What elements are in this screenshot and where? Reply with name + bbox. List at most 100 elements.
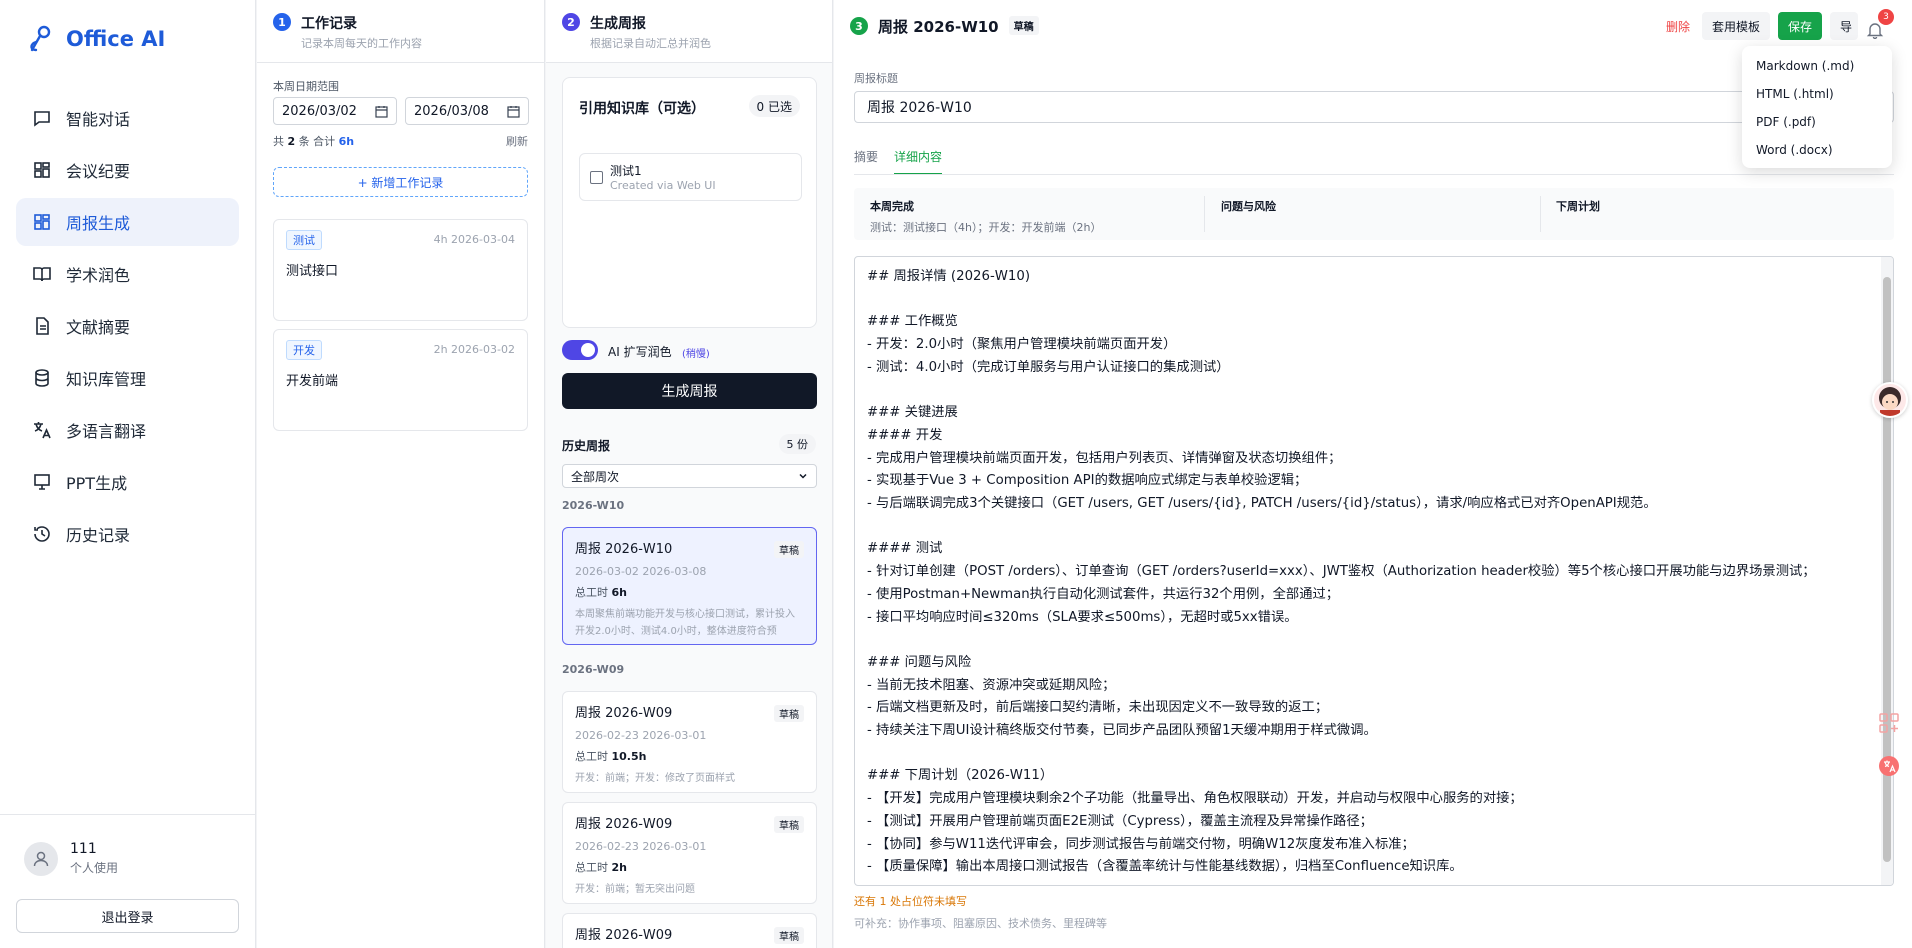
- divider: [1540, 196, 1541, 232]
- panel-subtitle: 记录本周每天的工作内容: [301, 37, 422, 50]
- sidebar-item-chat[interactable]: 智能对话: [16, 94, 239, 142]
- ai-polish-hint: (稍慢): [682, 349, 710, 360]
- ai-polish-label: AI 扩写润色: [608, 345, 672, 359]
- editor-line: - 开发：2.0小时（聚焦用户管理模块前端页面开发）: [867, 337, 1177, 353]
- sidebar-item-history[interactable]: 历史记录: [16, 510, 239, 558]
- sidebar-nav: 智能对话 会议纪要 周报生成 学术润色 文献摘要 知识库管理 多语言翻译 PPT…: [16, 94, 239, 562]
- ai-polish-toggle[interactable]: [562, 340, 598, 360]
- history-title-text: 周报 2026-W10: [575, 542, 673, 557]
- history-desc: 开发：前端；开发：修改了页面样式: [575, 773, 735, 784]
- record-card[interactable]: 开发 2h 2026-03-02 开发前端: [273, 329, 528, 431]
- history-count-badge: 5 份: [778, 434, 816, 454]
- translate-float-icon[interactable]: [1878, 755, 1900, 777]
- record-meta: 2h 2026-03-02: [433, 343, 515, 356]
- record-meta: 4h 2026-03-04: [433, 233, 515, 246]
- record-text: 开发前端: [286, 374, 339, 389]
- report-title-input[interactable]: 周报 2026-W10: [854, 91, 1894, 123]
- divider: [1204, 196, 1205, 232]
- week-filter-select[interactable]: 全部周次: [562, 464, 817, 488]
- supplement-hint: 可补充：协作事项、阻塞原因、技术债务、里程碑等: [854, 917, 1107, 930]
- editor-line: - 测试：4.0小时（完成订单服务与用户认证接口的集成测试）: [867, 359, 1230, 375]
- end-date-input[interactable]: 2026/03/08: [405, 97, 529, 125]
- assistant-avatar[interactable]: [1872, 382, 1908, 418]
- editor-line: #### 开发: [867, 427, 943, 443]
- week-group-label: 2026-W09: [562, 663, 625, 676]
- date-range-label: 本周日期范围: [273, 80, 339, 93]
- sidebar-item-label: 多语言翻译: [66, 422, 147, 441]
- editor-line: - 接口平均响应时间≤320ms（SLA要求≤500ms），无超时或5xx错误。: [867, 609, 1298, 625]
- sidebar-item-abstract[interactable]: 文献摘要: [16, 302, 239, 350]
- record-card[interactable]: 测试 4h 2026-03-04 测试接口: [273, 219, 528, 321]
- export-markdown[interactable]: Markdown (.md): [1742, 52, 1892, 80]
- sidebar-item-translate[interactable]: 多语言翻译: [16, 406, 239, 454]
- document-icon: [36, 317, 49, 335]
- editor-line: - 使用Postman+Newman执行自动化测试套件，共运行32个用例，全部通…: [867, 586, 1340, 602]
- kb-checkbox[interactable]: [590, 171, 603, 184]
- tab-summary[interactable]: 摘要: [854, 148, 878, 175]
- summary-plan: 下周计划: [1556, 200, 1600, 213]
- editor-line: - 实现基于Vue 3 + Composition API的数据响应式绑定与表单…: [867, 473, 1308, 489]
- apps-icon[interactable]: [1878, 712, 1900, 734]
- export-button[interactable]: 导: [1829, 12, 1858, 40]
- user-role: 个人使用: [70, 861, 119, 875]
- avatar: [24, 841, 58, 876]
- summary-done: 本周完成 测试：测试接口（4h）；开发：开发前端（2h）: [870, 200, 1102, 234]
- draft-badge: 草稿: [774, 816, 804, 833]
- brand: Office AI: [26, 24, 165, 54]
- user-name: 111: [70, 841, 97, 857]
- export-pdf[interactable]: PDF (.pdf): [1742, 108, 1892, 136]
- history-desc: 开发：前端；暂无突出问题: [575, 884, 695, 895]
- editor-line: - 针对订单创建（POST /orders）、订单查询（GET /orders?…: [867, 564, 1816, 580]
- sidebar-item-label: 周报生成: [66, 214, 131, 233]
- user-info: 111 个人使用: [24, 841, 118, 876]
- report-content-editor[interactable]: ## 周报详情 (2026-W10) ### 工作概览 - 开发：2.0小时（聚焦…: [854, 256, 1894, 886]
- editor-line: - 当前无技术阻塞、资源冲突或延期风险；: [867, 677, 1116, 693]
- sidebar-item-meeting[interactable]: 会议纪要: [16, 146, 239, 194]
- panel-header: 1 工作记录 记录本周每天的工作内容: [257, 0, 544, 63]
- kb-item-name: 测试1: [610, 164, 642, 178]
- editor-line: - 与后端联调完成3个关键接口（GET /users, GET /users/{…: [867, 496, 1657, 512]
- start-date-input[interactable]: 2026/03/02: [273, 97, 397, 125]
- editor-line: - 【测试】开展用户管理前端页面E2E测试（Cypress），覆盖主流程及异常操…: [867, 813, 1373, 829]
- history-hours: 总工时 6h: [575, 586, 627, 599]
- logout-button[interactable]: 退出登录: [16, 899, 239, 933]
- history-title-text: 周报 2026-W09: [575, 928, 673, 943]
- tab-details[interactable]: 详细内容: [894, 148, 943, 175]
- add-record-button[interactable]: + 新增工作记录: [273, 167, 528, 197]
- export-word[interactable]: Word (.docx): [1742, 136, 1892, 164]
- history-card[interactable]: 周报 2026-W09 草稿 2026-02-23 2026-03-01 总工时…: [562, 802, 817, 904]
- kb-item[interactable]: 测试1 Created via Web UI: [579, 153, 802, 201]
- sidebar-item-ppt[interactable]: PPT生成: [16, 458, 239, 506]
- calendar-icon: [375, 105, 388, 118]
- editor-scrollbar[interactable]: [1881, 257, 1893, 885]
- history-card[interactable]: 周报 2026-W09 草稿 2026-02-23 2026-03-01 总工时…: [562, 691, 817, 793]
- history-card[interactable]: 周报 2026-W09 草稿: [562, 913, 817, 948]
- sidebar-item-knowledge[interactable]: 知识库管理: [16, 354, 239, 402]
- sidebar-item-weekly-report[interactable]: 周报生成: [16, 198, 239, 246]
- record-summary: 共 2 条 合计 6h: [273, 135, 355, 148]
- export-html[interactable]: HTML (.html): [1742, 80, 1892, 108]
- refresh-link[interactable]: 刷新: [506, 133, 528, 149]
- week-filter-value: 全部周次: [571, 469, 620, 484]
- apply-template-button[interactable]: 套用模板: [1701, 12, 1770, 40]
- delete-button[interactable]: 删除: [1666, 18, 1690, 35]
- draft-badge: 草稿: [774, 541, 804, 558]
- sidebar: Office AI 智能对话 会议纪要 周报生成 学术润色 文献摘要 知识库管理: [0, 0, 256, 948]
- week-group-label: 2026-W10: [562, 499, 625, 512]
- app-name: Office AI: [66, 27, 166, 51]
- notification-button[interactable]: 3: [1866, 9, 1894, 40]
- sidebar-item-label: 会议纪要: [66, 162, 131, 181]
- save-button[interactable]: 保存: [1777, 12, 1822, 40]
- grid-icon: [34, 214, 50, 230]
- editor-line: - 【开发】完成用户管理模块剩余2个子功能（批量导出、角色权限联动）开发，并启动…: [867, 791, 1523, 807]
- history-card[interactable]: 周报 2026-W10 草稿 2026-03-02 2026-03-08 总工时…: [562, 527, 817, 645]
- presentation-icon: [34, 474, 50, 490]
- sidebar-item-academic[interactable]: 学术润色: [16, 250, 239, 298]
- generate-report-button[interactable]: 生成周报: [562, 373, 817, 409]
- editor-line: #### 测试: [867, 541, 943, 557]
- editor-line: ### 工作概览: [867, 314, 958, 330]
- editor-line: ### 问题与风险: [867, 654, 972, 670]
